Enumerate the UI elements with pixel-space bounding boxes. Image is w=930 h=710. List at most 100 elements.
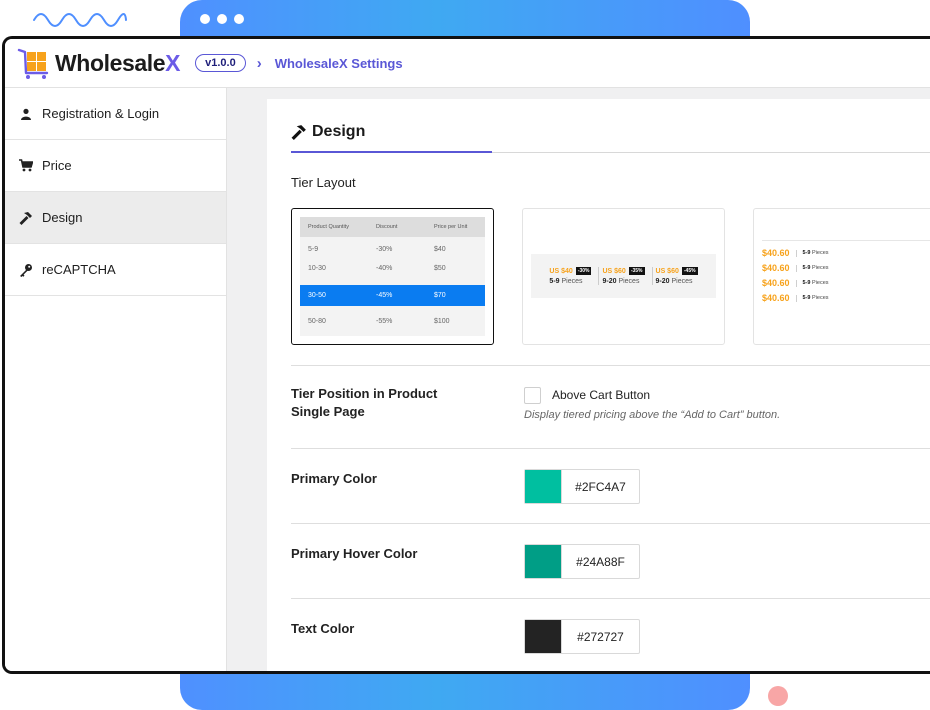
table-cell: 5-9 — [308, 245, 319, 253]
sidebar-item-label: Price — [42, 158, 72, 173]
window-dots — [200, 14, 244, 24]
wholesalex-logo-icon — [17, 48, 49, 79]
tier-unit: Pieces — [812, 265, 829, 271]
tier-layout-label: Tier Layout — [291, 175, 356, 190]
color-swatch[interactable] — [525, 620, 561, 653]
table-row: 5-9 -30% $40 — [300, 239, 485, 259]
tier-qty: 5-9 — [802, 265, 811, 271]
color-swatch[interactable] — [525, 470, 561, 503]
primary-color-label: Primary Color — [291, 471, 377, 486]
tier-price: US $60 — [655, 267, 679, 275]
table-row: 10-30 -40% $50 — [300, 258, 485, 278]
tier-unit: Pieces — [561, 278, 583, 285]
list-item: $40.60 5-9 Pieces — [762, 263, 829, 273]
app-name: WholesaleX — [55, 49, 181, 76]
table-header-cell: Discount — [376, 224, 398, 230]
sidebar-item-design[interactable]: Design — [5, 192, 226, 244]
breadcrumb-settings[interactable]: WholesaleX Settings — [275, 56, 403, 71]
color-hex-value[interactable]: #272727 — [561, 620, 639, 653]
tier-price: US $60 — [602, 267, 626, 275]
tier-layout-option-list[interactable]: $40.60 5-9 Pieces $40.60 5-9 Pieces $40.… — [753, 208, 930, 345]
section-title: Design — [291, 123, 365, 141]
divider — [291, 448, 930, 449]
wave-decoration-icon — [33, 13, 127, 27]
table-row-highlighted: 30-50 -45% $70 — [300, 285, 485, 306]
tier-price: $40.60 — [762, 278, 790, 288]
key-icon — [19, 263, 33, 277]
table-cell: -40% — [376, 264, 393, 272]
color-hex-value[interactable]: #24A88F — [561, 545, 639, 578]
divider — [291, 598, 930, 599]
tier-qty: 9-20 — [602, 278, 617, 285]
color-swatch[interactable] — [525, 545, 561, 578]
above-cart-checkbox-label[interactable]: Above Cart Button — [552, 388, 650, 402]
tier-unit: Pieces — [618, 278, 640, 285]
table-header-cell: Price per Unit — [434, 224, 468, 230]
tier-table-preview: Product Quantity Discount Price per Unit… — [300, 217, 485, 336]
table-cell: -55% — [376, 317, 393, 325]
primary-hover-color-picker[interactable]: #24A88F — [524, 544, 640, 579]
tier-layout-option-inline[interactable]: US $40 -30% 5-9 Pieces US $60 -35% 9-20 Pi… — [522, 208, 725, 345]
tier-position-label-line: Tier Position in Product — [291, 386, 438, 401]
tier-unit: Pieces — [812, 280, 829, 286]
section-title-text: Design — [312, 123, 366, 140]
list-item: $40.60 5-9 Pieces — [762, 278, 829, 288]
tier-unit: Pieces — [812, 295, 829, 301]
table-header: Product Quantity Discount Price per Unit — [300, 217, 485, 237]
table-cell: 50-80 — [308, 317, 326, 325]
table-cell: $100 — [434, 317, 450, 325]
tier-unit: Pieces — [812, 250, 829, 256]
screenshot-stage: WholesaleX v1.0.0 › WholesaleX Settings … — [0, 0, 930, 710]
tier-price: $40.60 — [762, 293, 790, 303]
text-color-picker[interactable]: #272727 — [524, 619, 640, 654]
tier-qty: 9-20 — [655, 278, 670, 285]
color-hex-value[interactable]: #2FC4A7 — [561, 470, 639, 503]
divider — [291, 365, 930, 366]
sidebar-item-price[interactable]: Price — [5, 140, 226, 192]
tier-position-hint: Display tiered pricing above the “Add to… — [524, 409, 781, 421]
table-row: 50-80 -55% $100 — [300, 311, 485, 331]
tier-unit: Pieces — [671, 278, 693, 285]
sidebar-item-recaptcha[interactable]: reCAPTCHA — [5, 244, 226, 296]
top-bar: WholesaleX v1.0.0 › WholesaleX Settings — [5, 39, 930, 88]
sidebar-item-registration-login[interactable]: Registration & Login — [5, 88, 226, 140]
tier-position-label-line: Single Page — [291, 404, 365, 419]
table-header-cell: Product Quantity — [308, 224, 349, 230]
table-cell: 10-30 — [308, 264, 326, 272]
tier-price: $40.60 — [762, 248, 790, 258]
app-logo[interactable]: WholesaleX — [17, 46, 181, 80]
list-item: $40.60 5-9 Pieces — [762, 293, 829, 303]
hammer-icon — [291, 125, 306, 140]
hammer-icon — [19, 211, 33, 225]
discount-badge: -45% — [681, 267, 698, 275]
table-cell: $70 — [434, 292, 446, 299]
tier-qty: 5-9 — [802, 295, 811, 301]
primary-color-picker[interactable]: #2FC4A7 — [524, 469, 640, 504]
tier-qty: 5-9 — [549, 278, 560, 285]
tier-block: US $60 -35% 9-20 Pieces — [598, 267, 647, 285]
tier-price: US $40 — [549, 267, 573, 275]
table-cell: $40 — [434, 245, 446, 253]
text-color-label: Text Color — [291, 621, 355, 636]
pink-dot-decoration — [768, 686, 788, 706]
tier-layout-option-table[interactable]: Product Quantity Discount Price per Unit… — [291, 208, 494, 345]
user-icon — [19, 107, 33, 121]
table-cell: $50 — [434, 264, 446, 272]
version-badge: v1.0.0 — [195, 54, 246, 72]
tier-qty: 5-9 — [802, 280, 811, 286]
sidebar-item-label: Registration & Login — [42, 106, 160, 121]
tier-position-label: Tier Position in Product Single Page — [291, 385, 437, 421]
above-cart-checkbox[interactable] — [524, 387, 541, 404]
sidebar-item-label: Design — [42, 210, 83, 225]
discount-badge: -30% — [575, 267, 592, 275]
chevron-right-icon: › — [256, 54, 262, 72]
table-cell: -45% — [376, 292, 393, 299]
sidebar: Registration & Login Price Design reCAPT… — [5, 88, 227, 671]
tier-price: $40.60 — [762, 263, 790, 273]
title-accent-underline — [291, 151, 492, 153]
tier-inline-preview: US $40 -30% 5-9 Pieces US $60 -35% 9-20 Pi… — [531, 254, 716, 298]
tier-block: US $60 -45% 9-20 Pieces — [651, 267, 701, 285]
discount-badge: -35% — [628, 267, 645, 275]
primary-hover-color-label: Primary Hover Color — [291, 546, 418, 561]
sidebar-item-label: reCAPTCHA — [42, 262, 116, 277]
